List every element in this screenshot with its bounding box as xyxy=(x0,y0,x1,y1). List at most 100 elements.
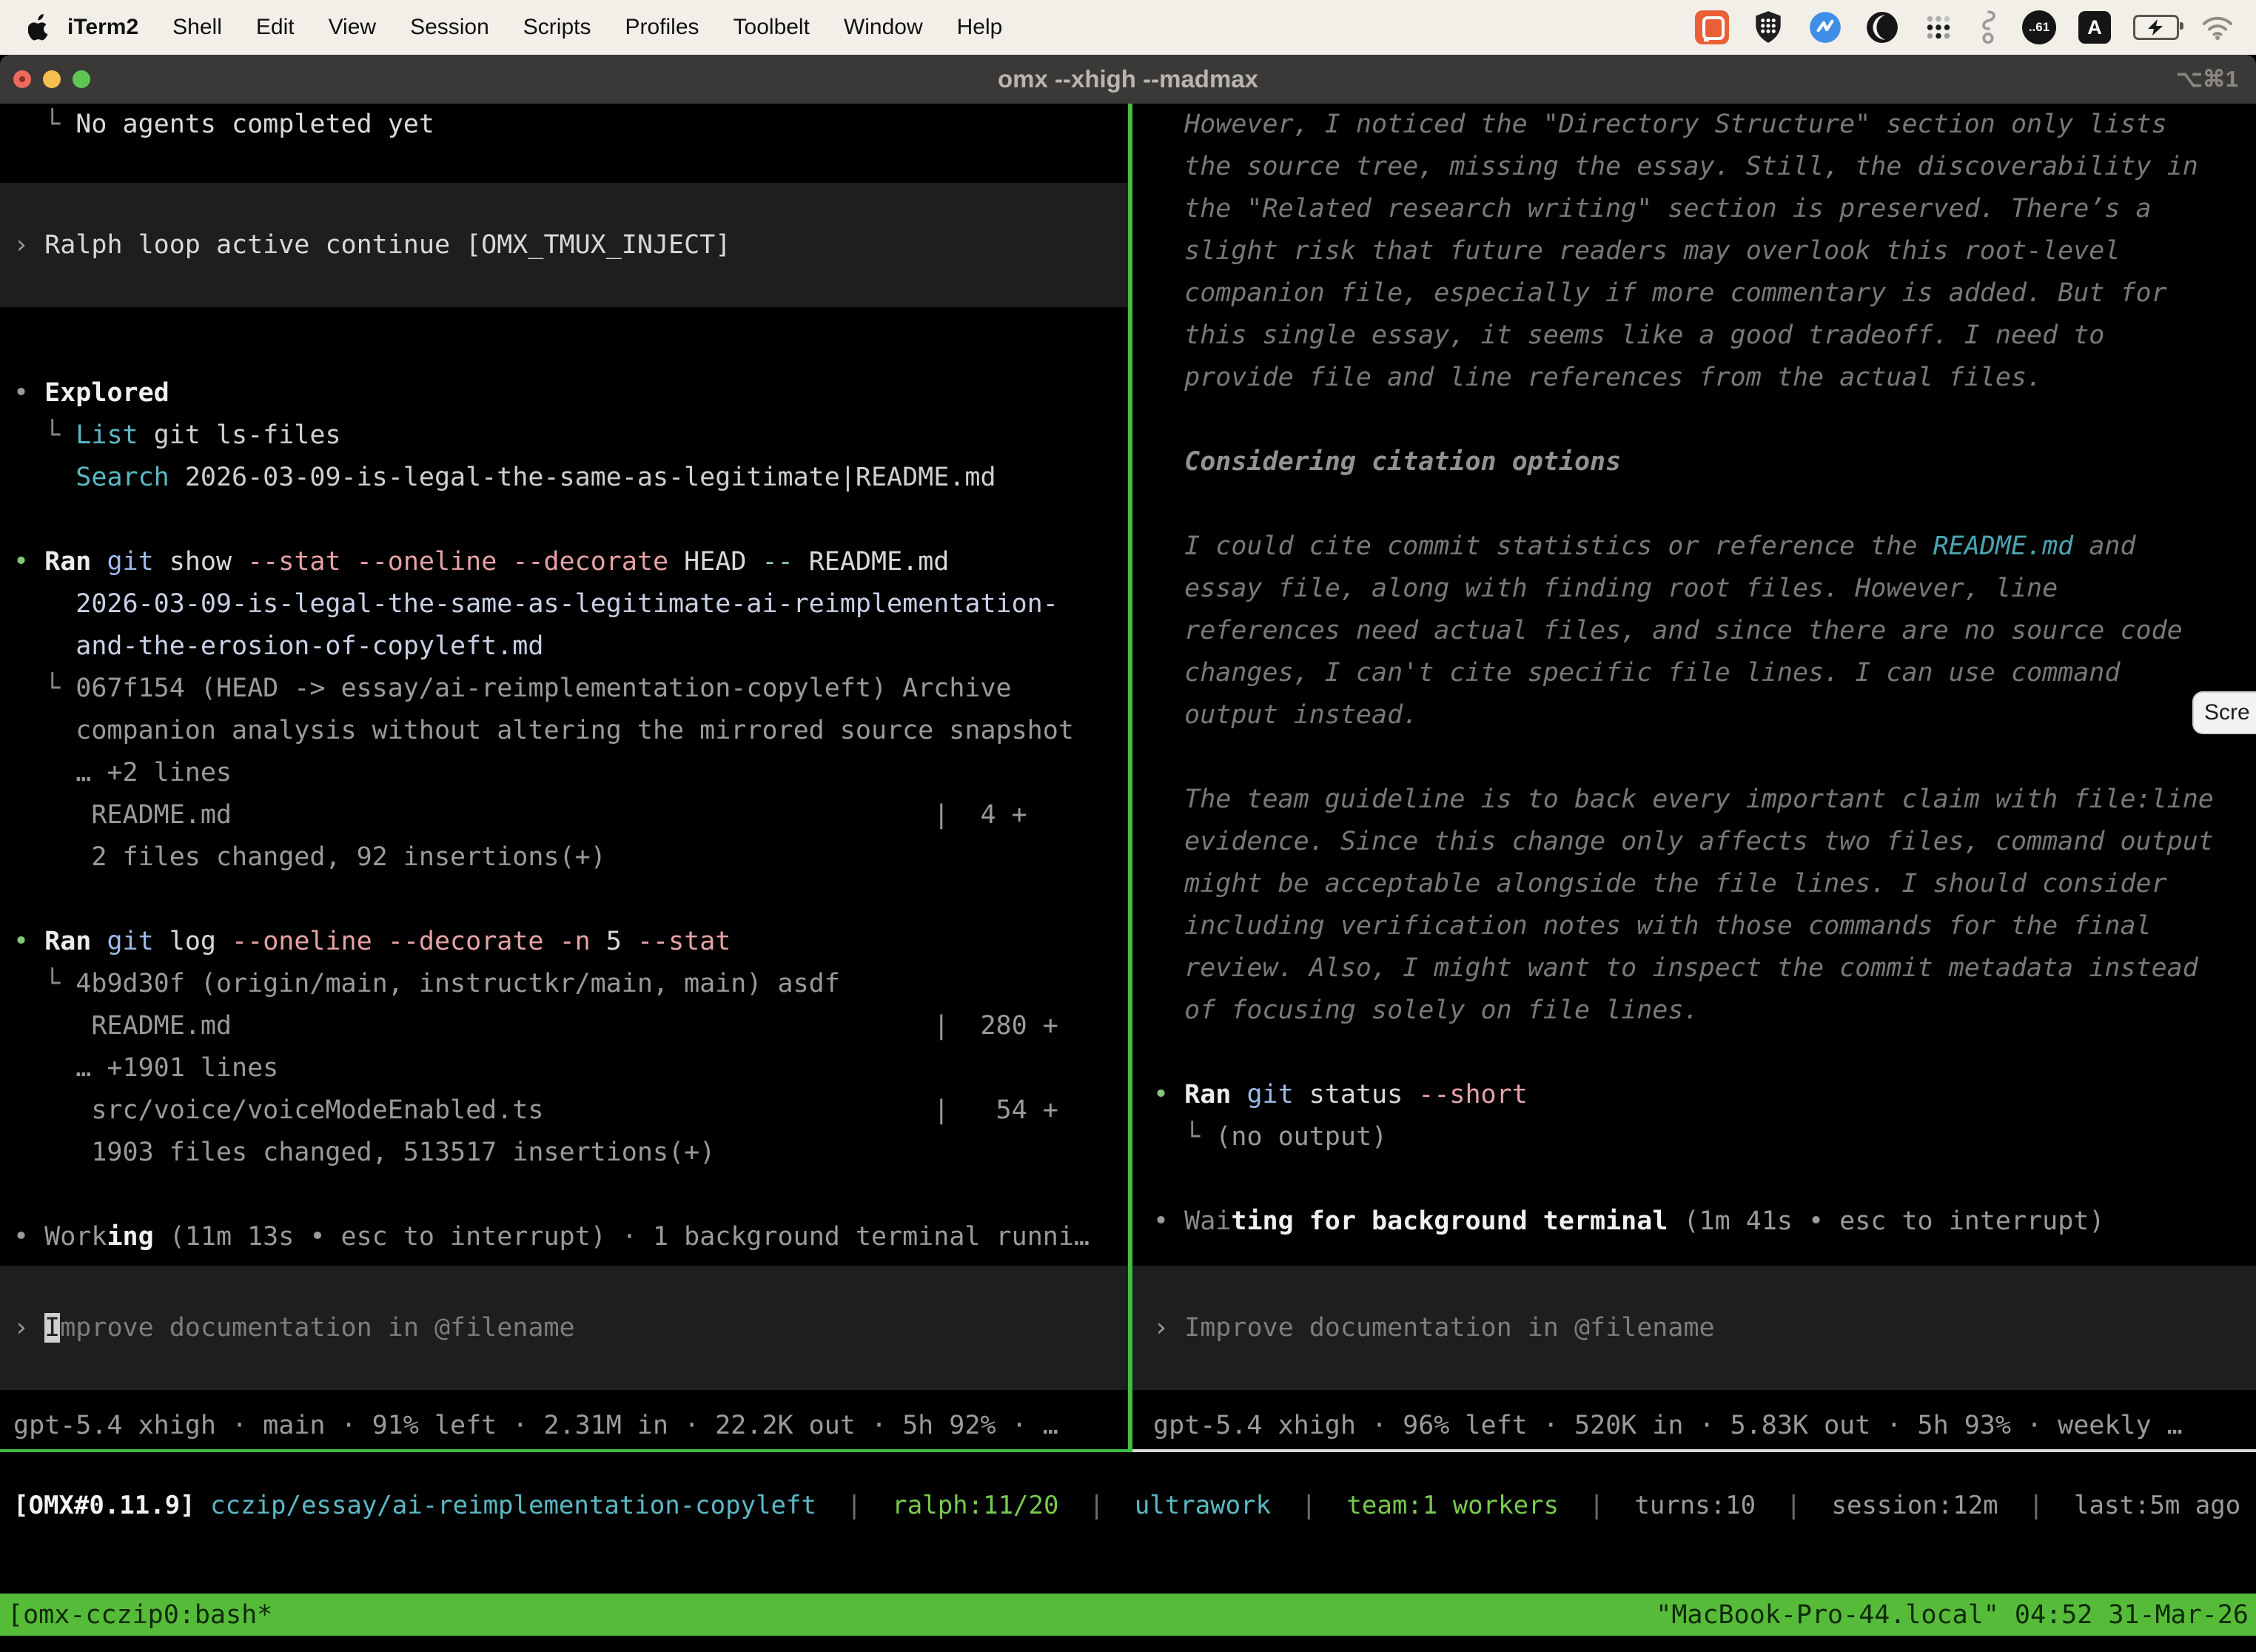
terminal-line: • Ran git show --stat --oneline --decora… xyxy=(13,541,1128,583)
zoom-button[interactable] xyxy=(73,70,90,88)
terminal-line xyxy=(13,499,1128,541)
apple-menu-icon[interactable] xyxy=(28,14,50,41)
terminal-line: I could cite commit statistics or refere… xyxy=(1153,526,2256,568)
terminal-line: └ No agents completed yet xyxy=(13,104,1128,146)
pane-left-body: • Explored └ List git ls-files Search 20… xyxy=(13,372,1128,1258)
terminal-line: 2 files changed, 92 insertions(+) xyxy=(13,836,1128,879)
battery-icon[interactable] xyxy=(2133,15,2179,40)
tmux-host-clock: "MacBook-Pro-44.local" 04:52 31-Mar-26 xyxy=(1656,1600,2249,1630)
window-title: omx --xhigh --madmax xyxy=(998,65,1258,93)
wifi-icon[interactable] xyxy=(2201,15,2234,40)
pane-right-body: However, I noticed the "Directory Struct… xyxy=(1153,104,2256,1243)
menu-item-toolbelt[interactable]: Toolbelt xyxy=(716,15,827,40)
terminal-line xyxy=(13,1174,1128,1216)
terminal-line: evidence. Since this change only affects… xyxy=(1153,821,2256,863)
terminal-line xyxy=(1153,1158,2256,1201)
shield-grid-icon[interactable] xyxy=(1751,10,1785,45)
terminal-line: [OMX#0.11.9] cczip/essay/ai-reimplementa… xyxy=(13,1485,2256,1527)
terminal-line: › Improve documentation in @filename xyxy=(13,1307,575,1349)
ralph-loop-banner: › Ralph loop active continue [OMX_TMUX_I… xyxy=(0,183,1128,307)
terminal-area: └ No agents completed yet › Ralph loop a… xyxy=(0,104,2256,1652)
terminal-line: companion analysis without altering the … xyxy=(13,710,1128,752)
terminal-line: • Working (11m 13s • esc to interrupt) ·… xyxy=(13,1216,1128,1258)
model-status-left: gpt-5.4 xhigh · main · 91% left · 2.31M … xyxy=(13,1405,1128,1447)
terminal-line: references need actual files, and since … xyxy=(1153,610,2256,652)
badge-61-label: ..61 xyxy=(2029,20,2049,35)
terminal-line: including verification notes with those … xyxy=(1153,905,2256,947)
terminal-line: 1903 files changed, 513517 insertions(+) xyxy=(13,1132,1128,1174)
terminal-line: … +2 lines xyxy=(13,752,1128,794)
terminal-line: › Improve documentation in @filename xyxy=(1153,1307,1715,1349)
menu-item-view[interactable]: View xyxy=(312,15,393,40)
menu-item-window[interactable]: Window xyxy=(827,15,940,40)
terminal-line: 2026-03-09-is-legal-the-same-as-legitima… xyxy=(13,583,1128,625)
bottom-strip xyxy=(0,1636,2256,1652)
menu-item-session[interactable]: Session xyxy=(393,15,506,40)
terminal-line: • Waiting for background terminal (1m 41… xyxy=(1153,1201,2256,1243)
terminal-line: However, I noticed the "Directory Struct… xyxy=(1153,104,2256,146)
chat-app-icon[interactable] xyxy=(1695,10,1729,44)
window-shortcut-badge: ⌥⌘1 xyxy=(2176,66,2238,93)
terminal-line: README.md | 280 + xyxy=(13,1005,1128,1047)
menu-bar: iTerm2ShellEditViewSessionScriptsProfile… xyxy=(0,0,2256,55)
terminal-line: src/voice/voiceModeEnabled.ts | 54 + xyxy=(13,1089,1128,1132)
terminal-line: The team guideline is to back every impo… xyxy=(1153,779,2256,821)
terminal-line: provide file and line references from th… xyxy=(1153,357,2256,399)
tmux-session-label: [omx-cczip0:bash* xyxy=(7,1600,272,1630)
menu-items: iTerm2ShellEditViewSessionScriptsProfile… xyxy=(50,15,1019,40)
tmux-status-bar: [omx-cczip0:bash* "MacBook-Pro-44.local"… xyxy=(0,1594,2256,1636)
omx-status-bar: [OMX#0.11.9] cczip/essay/ai-reimplementa… xyxy=(0,1452,2256,1594)
sync-badge-icon[interactable] xyxy=(1807,10,1843,45)
terminal-line: • Ran git status --short xyxy=(1153,1074,2256,1116)
prompt-input-left[interactable]: › Improve documentation in @filename xyxy=(0,1266,1128,1390)
menu-item-shell[interactable]: Shell xyxy=(155,15,239,40)
prompt-input-right[interactable]: › Improve documentation in @filename xyxy=(1132,1266,2256,1390)
terminal-line: └ 067f154 (HEAD -> essay/ai-reimplementa… xyxy=(13,668,1128,710)
terminal-line: › Ralph loop active continue [OMX_TMUX_I… xyxy=(13,224,731,266)
minimize-button[interactable] xyxy=(43,70,61,88)
terminal-line: └ (no output) xyxy=(1153,1116,2256,1158)
terminal-line: review. Also, I might want to inspect th… xyxy=(1153,947,2256,990)
iterm-window: omx --xhigh --madmax ⌥⌘1 └ No agents com… xyxy=(0,55,2256,1652)
terminal-line: Search 2026-03-09-is-legal-the-same-as-l… xyxy=(13,457,1128,499)
input-source-icon[interactable]: A xyxy=(2078,11,2111,44)
pane-row: └ No agents completed yet › Ralph loop a… xyxy=(0,104,2256,1449)
screenshot-notification[interactable]: Scre xyxy=(2192,691,2256,734)
dots-grid-icon[interactable] xyxy=(1921,10,1955,44)
menu-item-iterm2[interactable]: iTerm2 xyxy=(50,15,155,40)
dark-mode-icon[interactable] xyxy=(1865,10,1899,44)
terminal-line: … +1901 lines xyxy=(13,1047,1128,1089)
pane-left[interactable]: └ No agents completed yet › Ralph loop a… xyxy=(0,104,1128,1449)
pane-left-top-lines: └ No agents completed yet xyxy=(13,104,1128,146)
menu-item-profiles[interactable]: Profiles xyxy=(608,15,716,40)
chat-bubble-tail xyxy=(1704,36,1710,41)
terminal-line xyxy=(1153,399,2256,441)
terminal-line: Considering citation options xyxy=(1153,441,2256,483)
hook-icon[interactable] xyxy=(1978,9,2000,46)
terminal-line: the "Related research writing" section i… xyxy=(1153,188,2256,230)
terminal-line: of focusing solely on file lines. xyxy=(1153,990,2256,1032)
terminal-line: slight risk that future readers may over… xyxy=(1153,230,2256,272)
terminal-line xyxy=(13,879,1128,921)
terminal-line: this single essay, it seems like a good … xyxy=(1153,315,2256,357)
badge-61-icon[interactable]: ..61 xyxy=(2022,10,2056,44)
terminal-line: └ List git ls-files xyxy=(13,414,1128,457)
terminal-line: • Ran git log --oneline --decorate -n 5 … xyxy=(13,921,1128,963)
model-status-right: gpt-5.4 xhigh · 96% left · 520K in · 5.8… xyxy=(1153,1405,2256,1447)
menu-item-help[interactable]: Help xyxy=(940,15,1020,40)
terminal-line: • Explored xyxy=(13,372,1128,414)
menu-item-scripts[interactable]: Scripts xyxy=(506,15,608,40)
terminal-line: companion file, especially if more comme… xyxy=(1153,272,2256,315)
terminal-line: changes, I can't cite specific file line… xyxy=(1153,652,2256,694)
close-button[interactable] xyxy=(13,70,31,88)
terminal-line: essay file, along with finding root file… xyxy=(1153,568,2256,610)
terminal-line xyxy=(1153,1032,2256,1074)
menubar-status-icons: ..61 A xyxy=(1695,9,2256,46)
input-source-label: A xyxy=(2087,16,2102,39)
menu-item-edit[interactable]: Edit xyxy=(239,15,312,40)
pane-right[interactable]: However, I noticed the "Directory Struct… xyxy=(1132,104,2256,1449)
terminal-line xyxy=(1153,483,2256,526)
terminal-line: output instead. xyxy=(1153,694,2256,736)
terminal-line: the source tree, missing the essay. Stil… xyxy=(1153,146,2256,188)
window-title-bar[interactable]: omx --xhigh --madmax ⌥⌘1 xyxy=(0,55,2256,104)
